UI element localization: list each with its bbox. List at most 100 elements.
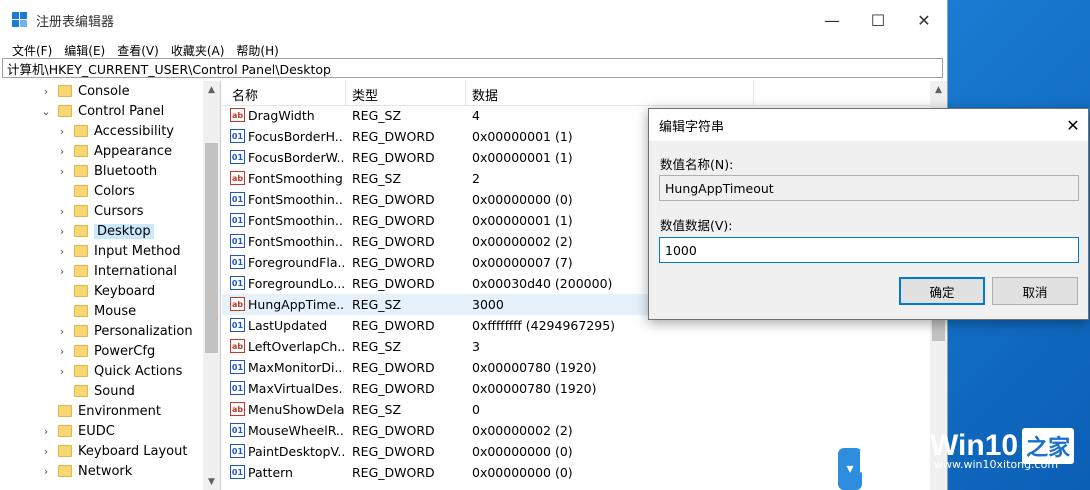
folder-icon [58,405,72,417]
folder-icon [74,365,88,377]
tree-item[interactable]: › Personalization [56,321,193,341]
windows-logo-icon [860,418,922,474]
value-row[interactable]: 01 PaintDesktopV... REG_DWORD 0x00000000 (0… [222,441,922,462]
key-tree: › Console ⌄ Control Panel › Accessibility ›… [0,81,221,490]
chevron-icon[interactable]: › [56,265,68,278]
registry-app-icon [12,12,28,28]
chevron-icon[interactable]: › [40,445,52,458]
tree-item[interactable]: › Network [40,461,132,481]
string-value-icon: ab [230,171,245,185]
floating-tray-icon[interactable]: ▾ [838,448,862,490]
chevron-icon[interactable]: › [40,425,52,438]
maximize-button[interactable]: ☐ [855,0,901,40]
value-row[interactable]: 01 MouseWheelR... REG_DWORD 0x00000002 (2) [222,420,922,441]
folder-icon [58,425,72,437]
scroll-up-arrow-icon[interactable]: ▲ [203,81,220,98]
chevron-icon[interactable]: › [56,125,68,138]
chevron-icon[interactable]: › [56,225,68,238]
menu-help[interactable]: 帮助(H) [236,42,278,59]
chevron-icon[interactable]: › [40,465,52,478]
string-value-icon: ab [230,402,245,416]
tree-item[interactable]: › Console [40,81,130,101]
menu-edit[interactable]: 编辑(E) [64,42,105,59]
address-bar[interactable]: 计算机\HKEY_CURRENT_USER\Control Panel\Desk… [2,58,943,78]
binary-value-icon: 01 [230,444,245,458]
value-row[interactable]: 01 MaxMonitorDi... REG_DWORD 0x00000780 (19… [222,357,922,378]
edit-string-dialog: 编辑字符串 ✕ 数值名称(N): HungAppTimeout 数值数据(V):… [648,108,1089,320]
string-value-icon: ab [230,108,245,122]
binary-value-icon: 01 [230,465,245,479]
binary-value-icon: 01 [230,318,245,332]
binary-value-icon: 01 [230,423,245,437]
folder-icon [74,385,88,397]
list-header: 名称 类型 数据 [222,81,947,106]
tree-item[interactable]: › Keyboard Layout [40,441,188,461]
cancel-button[interactable]: 取消 [992,277,1078,305]
tree-item[interactable]: Environment [40,401,161,421]
value-row[interactable]: 01 Pattern REG_DWORD 0x00000000 (0) [222,462,922,483]
scroll-thumb[interactable] [205,143,218,353]
folder-icon [74,305,88,317]
menu-file[interactable]: 文件(F) [12,42,52,59]
brand-url: www.win10xitong.com [934,458,1059,471]
chevron-icon[interactable]: › [56,365,68,378]
tree-item[interactable]: › Quick Actions [56,361,183,381]
chevron-icon[interactable]: › [56,345,68,358]
value-row[interactable]: ab LeftOverlapCh... REG_SZ 3 [222,336,922,357]
tree-item[interactable]: Keyboard [56,281,155,301]
folder-icon [74,165,88,177]
tree-item[interactable]: Mouse [56,301,136,321]
tree-scrollbar[interactable]: ▲ ▼ [203,81,220,490]
tree-item[interactable]: › EUDC [40,421,115,441]
column-data[interactable]: 数据 [472,85,498,104]
binary-value-icon: 01 [230,150,245,164]
chevron-icon[interactable]: › [40,85,52,98]
scroll-up-arrow-icon[interactable]: ▲ [930,81,947,98]
close-button[interactable]: ✕ [901,0,947,40]
tree-item[interactable]: › Bluetooth [56,161,157,181]
scroll-down-arrow-icon[interactable]: ▼ [203,473,220,490]
folder-icon [58,445,72,457]
tree-item[interactable]: › PowerCfg [56,341,155,361]
binary-value-icon: 01 [230,276,245,290]
column-type[interactable]: 类型 [352,85,378,104]
folder-icon [58,105,72,117]
chevron-icon[interactable]: › [56,325,68,338]
tree-item[interactable]: Sound [56,381,135,401]
menu-favorites[interactable]: 收藏夹(A) [171,42,225,59]
minimize-button[interactable]: — [809,0,855,40]
tree-item[interactable]: Colors [56,181,135,201]
folder-icon [74,185,88,197]
chevron-icon[interactable]: › [56,245,68,258]
folder-icon [74,325,88,337]
tree-item[interactable]: › Appearance [56,141,172,161]
tree-item[interactable]: › Cursors [56,201,144,221]
value-name-field: HungAppTimeout [659,175,1079,201]
folder-icon [74,245,88,257]
ok-button[interactable]: 确定 [899,277,985,305]
binary-value-icon: 01 [230,234,245,248]
tree-item[interactable]: › Accessibility [56,121,174,141]
binary-value-icon: 01 [230,129,245,143]
chevron-icon[interactable]: › [56,145,68,158]
chevron-icon[interactable]: › [56,165,68,178]
dialog-close-icon[interactable]: ✕ [1058,116,1088,135]
chevron-icon[interactable]: ⌄ [40,105,52,118]
tree-item[interactable]: › Input Method [56,241,181,261]
binary-value-icon: 01 [230,360,245,374]
value-row[interactable]: ab MenuShowDelay REG_SZ 0 [222,399,922,420]
value-name-label: 数值名称(N): [660,157,734,172]
tree-item[interactable]: › International [56,261,177,281]
tree-item[interactable]: ⌄ Control Panel [40,101,164,121]
column-name[interactable]: 名称 [232,85,258,104]
value-row[interactable]: 01 MaxVirtualDes... REG_DWORD 0x00000780 (1… [222,378,922,399]
scroll-thumb[interactable] [932,317,945,341]
tree-item-desktop-selected[interactable]: › Desktop [56,221,154,241]
menu-view[interactable]: 查看(V) [117,42,159,59]
value-data-input[interactable]: 1000 [659,237,1079,263]
folder-icon [74,285,88,297]
value-data-label: 数值数据(V): [660,218,733,233]
chevron-icon[interactable]: › [56,205,68,218]
dialog-title: 编辑字符串 [659,119,725,135]
menu-bar: 文件(F) 编辑(E) 查看(V) 收藏夹(A) 帮助(H) [0,40,947,60]
